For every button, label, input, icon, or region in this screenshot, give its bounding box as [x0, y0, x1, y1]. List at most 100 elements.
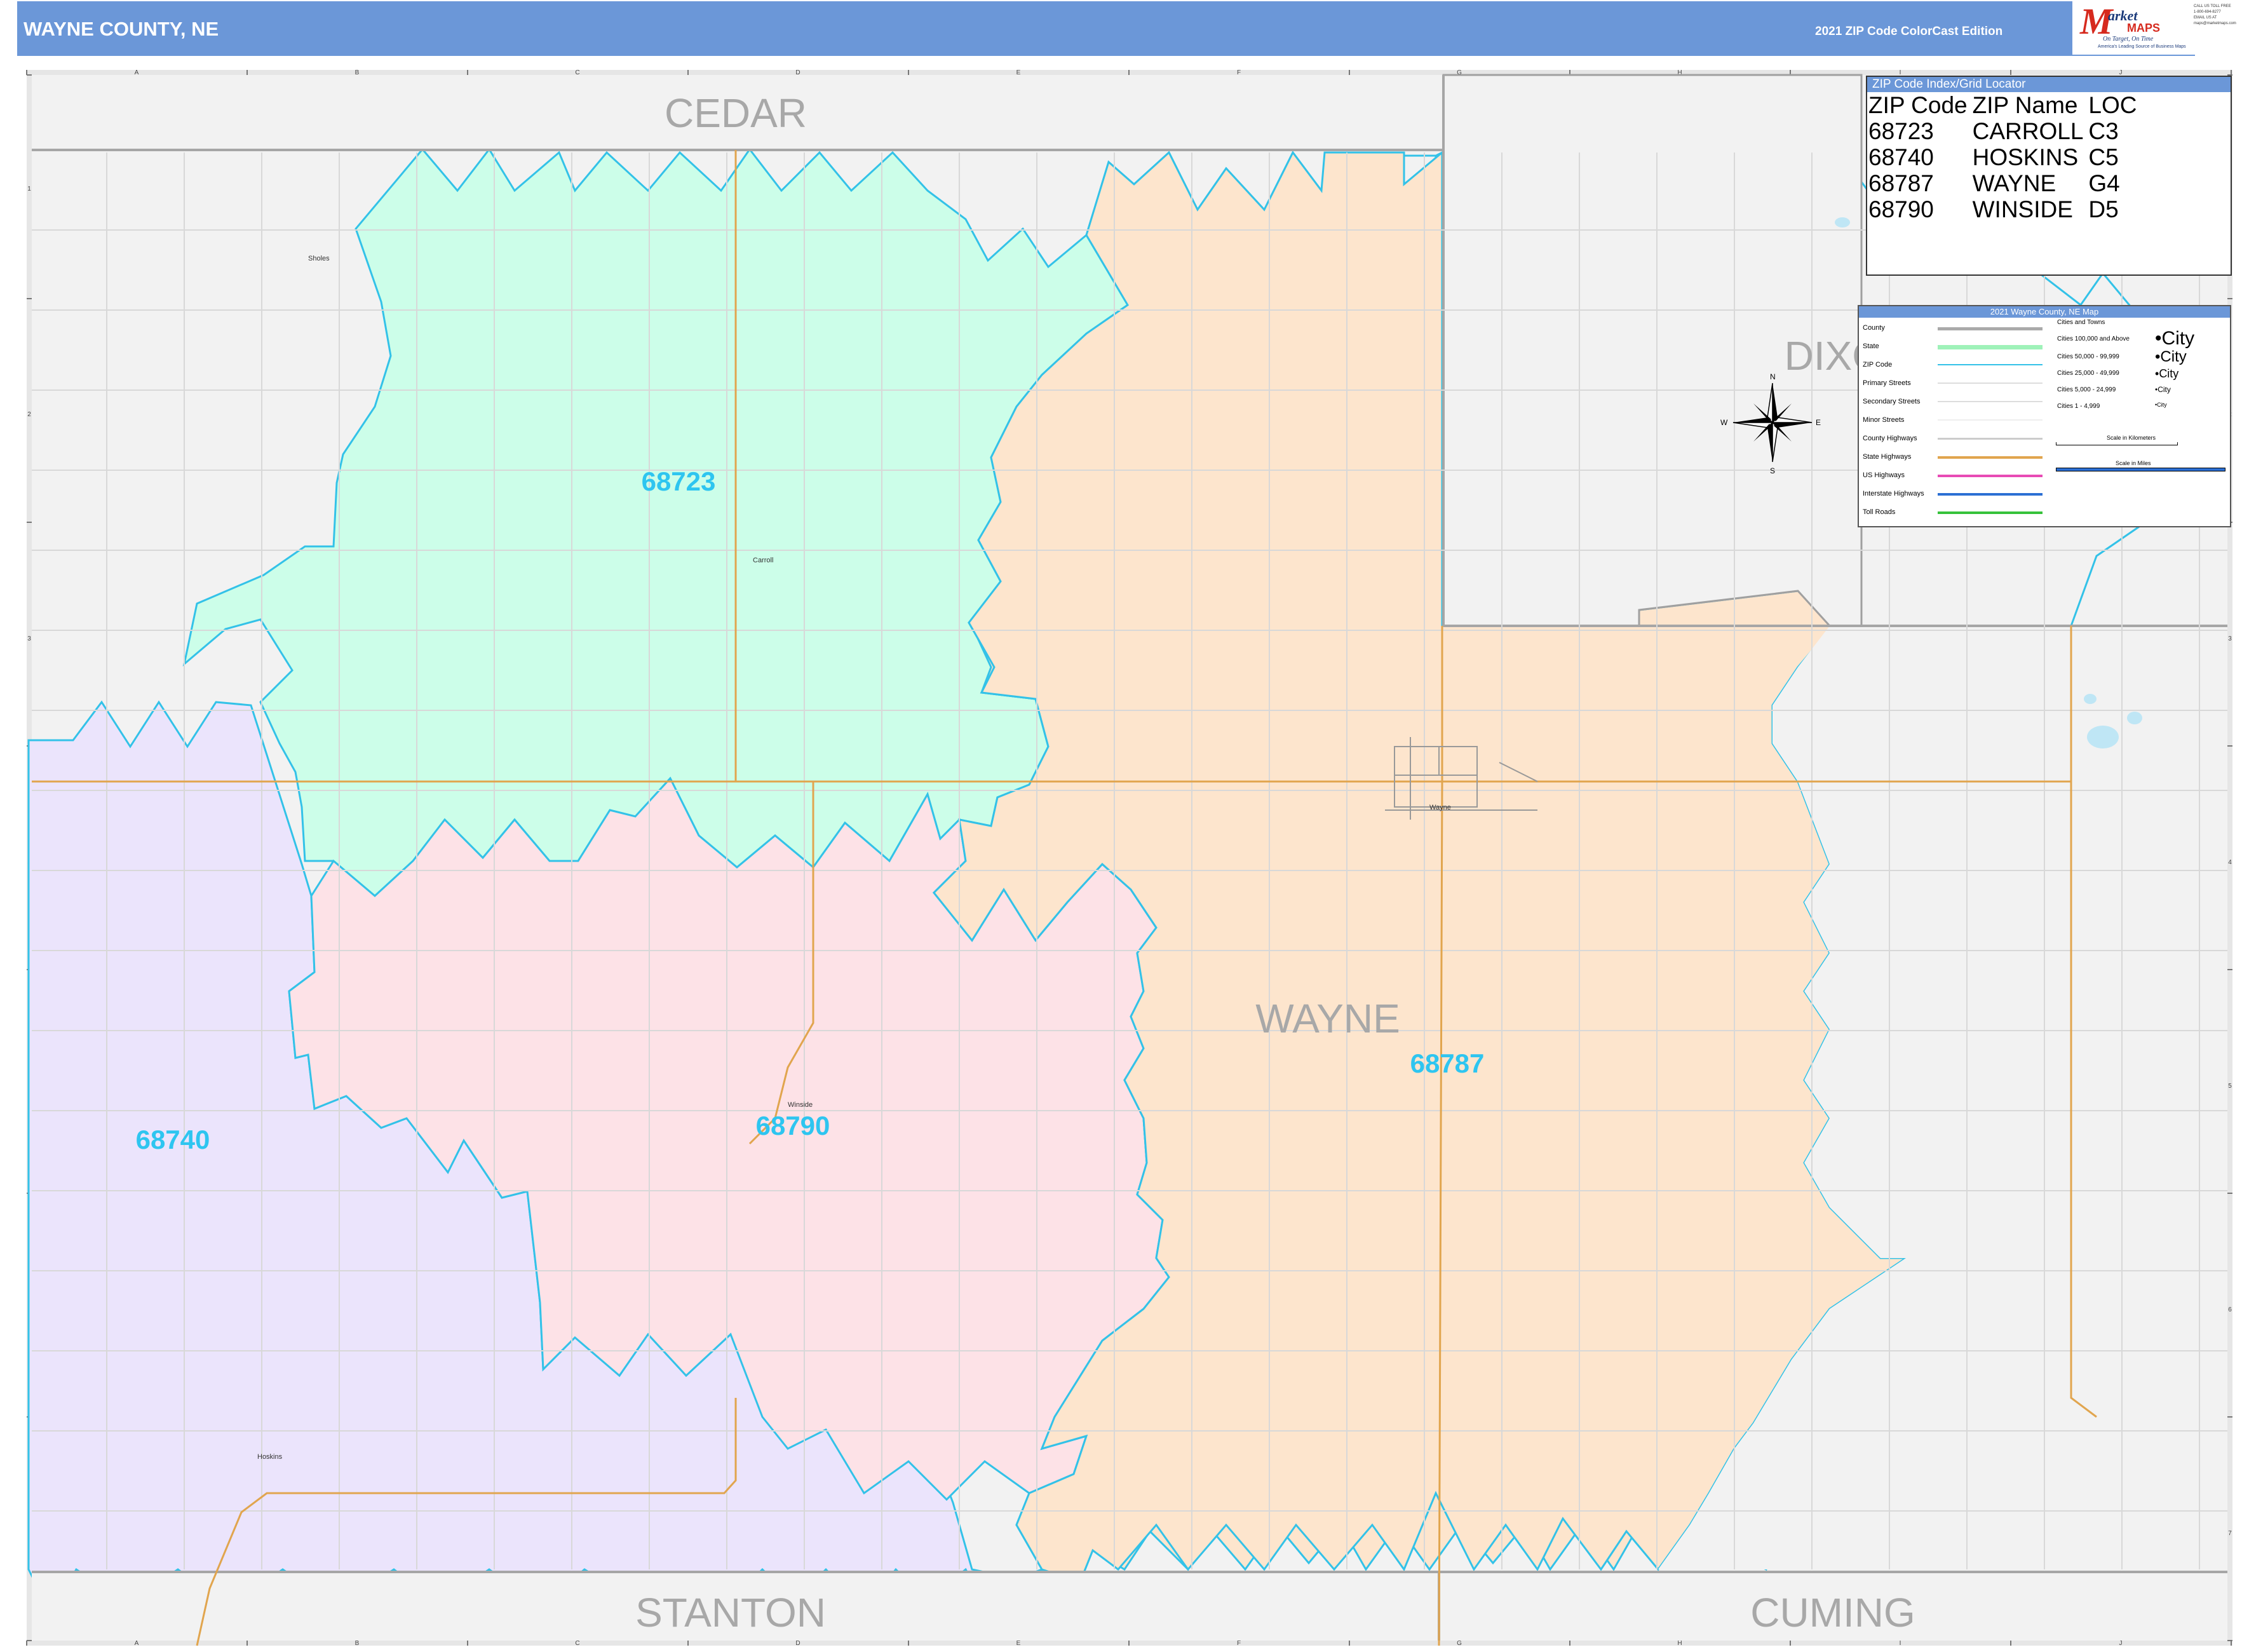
legend-city-sample: •City — [2155, 348, 2187, 365]
legend-swatch-county-hwy — [1938, 438, 2043, 440]
county-label-wayne: WAYNE — [1255, 996, 1400, 1041]
zip-index-cell: 68740 — [1868, 144, 1934, 170]
compass-e-label: E — [1816, 418, 1821, 427]
grid-row-label: 2 — [27, 411, 31, 418]
zip-index-row[interactable]: 68790 WINSIDE D5 — [1868, 196, 2142, 222]
legend-city-tier: Cities 5,000 - 24,999 — [2057, 386, 2116, 393]
compass-s-label: S — [1770, 466, 1775, 475]
zip-index-cell: 68787 — [1868, 170, 1934, 196]
legend-item: Minor Streets — [1863, 416, 1905, 424]
grid-row-label: 4 — [2228, 859, 2232, 866]
legend-city-tier: Cities 25,000 - 49,999 — [2057, 370, 2119, 377]
grid-row-label: 5 — [2228, 1083, 2232, 1090]
legend-item: County — [1863, 324, 1885, 332]
county-label-stanton: STANTON — [635, 1590, 826, 1635]
zip-label-68787[interactable]: 68787 — [1410, 1048, 1485, 1078]
legend-item: ZIP Code — [1863, 361, 1893, 369]
legend-swatch-primary — [1938, 383, 2043, 384]
zip-index-col-header: ZIP Code — [1868, 92, 1968, 118]
lake — [1835, 217, 1850, 227]
grid-col-label: E — [1016, 1640, 1021, 1647]
zip-index-cell: 68790 — [1868, 196, 1934, 222]
legend-city-sample: •City — [2155, 367, 2179, 380]
lake — [2127, 712, 2142, 724]
place-label-winside[interactable]: Winside — [788, 1101, 813, 1109]
grid-row-label: 3 — [2228, 635, 2232, 642]
legend-item: Primary Streets — [1863, 379, 1911, 387]
legend-city-text: City — [2160, 348, 2187, 365]
grid-row-label: 7 — [2228, 1530, 2232, 1537]
legend-swatch-state — [1938, 345, 2043, 349]
zip-label-68723[interactable]: 68723 — [642, 466, 716, 496]
grid-col-label: A — [135, 1640, 139, 1647]
grid-row-label: 1 — [27, 186, 31, 193]
legend-swatch-zip — [1938, 364, 2043, 365]
legend-scale-km-label: Scale in Kilometers — [2107, 435, 2156, 441]
legend-city-text: City — [2159, 367, 2179, 380]
grid-row-label: 3 — [27, 635, 31, 642]
compass-w-label: W — [1720, 418, 1728, 427]
legend-item: State Highways — [1863, 453, 1912, 461]
grid-row-label: 6 — [2228, 1306, 2232, 1313]
legend-scale-mi-label: Scale in Miles — [2116, 460, 2151, 466]
county-label-cedar: CEDAR — [665, 90, 807, 136]
legend-swatch-secondary — [1938, 401, 2043, 402]
grid-col-label: D — [795, 1640, 800, 1647]
legend-cities-heading: Cities and Towns — [2057, 319, 2105, 326]
legend-city-tier: Cities 50,000 - 99,999 — [2057, 353, 2119, 360]
legend-scale-mi-bar — [2056, 468, 2225, 471]
zip-index-cell: C3 — [2088, 118, 2119, 144]
legend-item: County Highways — [1863, 435, 1917, 442]
legend-city-sample: •City — [2155, 328, 2195, 349]
zip-index-row[interactable]: 68740 HOSKINS C5 — [1868, 144, 2142, 170]
zip-index-cell: 68723 — [1868, 118, 1934, 144]
zip-index-cell: WAYNE — [1972, 170, 2056, 196]
place-label-sholes[interactable]: Sholes — [308, 255, 330, 262]
county-label-cuming: CUMING — [1750, 1590, 1915, 1635]
legend-swatch-interstate — [1938, 493, 2043, 496]
legend-city-sample: •City — [2155, 385, 2171, 394]
place-label-carroll[interactable]: Carroll — [753, 557, 773, 564]
legend-item: Interstate Highways — [1863, 490, 1924, 498]
legend-city-sample: •City — [2155, 402, 2167, 408]
zip-label-68790[interactable]: 68790 — [756, 1111, 830, 1141]
legend-item: US Highways — [1863, 471, 1905, 479]
grid-col-label: H — [1677, 1640, 1682, 1647]
zip-index-cell: C5 — [2088, 144, 2119, 170]
legend-city-text: City — [2158, 385, 2171, 394]
legend-city-text: City — [2161, 328, 2195, 349]
lake — [2084, 694, 2097, 704]
zip-index-table: ZIP Code ZIP Name LOC 68723 CARROLL C3 6… — [1868, 92, 2142, 222]
place-label-wayne[interactable]: Wayne — [1429, 804, 1451, 811]
zip-index-row[interactable]: 68787 WAYNE G4 — [1868, 170, 2142, 196]
grid-col-label: F — [1237, 1640, 1241, 1647]
zip-index-row[interactable]: 68723 CARROLL C3 — [1868, 118, 2142, 144]
zip-index-cell: CARROLL — [1972, 118, 2084, 144]
zip-index-heading: ZIP Code Index/Grid Locator — [1867, 77, 2231, 92]
legend-swatch-toll — [1938, 511, 2043, 514]
zip-index-cell: WINSIDE — [1972, 196, 2073, 222]
zip-index-box: ZIP Code Index/Grid Locator ZIP Code ZIP… — [1866, 76, 2232, 276]
legend-item: State — [1863, 342, 1879, 350]
legend-city-tier: Cities 100,000 and Above — [2057, 335, 2130, 342]
legend-heading: 2021 Wayne County, NE Map — [1859, 306, 2230, 318]
grid-col-label: C — [575, 1640, 579, 1647]
map-legend: 2021 Wayne County, NE Map County State Z… — [1858, 305, 2231, 527]
zip-label-68740[interactable]: 68740 — [136, 1125, 210, 1154]
zip-index-col-header: LOC — [2088, 92, 2137, 118]
zip-index-col-header: ZIP Name — [1972, 92, 2078, 118]
zip-index-cell: D5 — [2088, 196, 2119, 222]
place-label-hoskins[interactable]: Hoskins — [257, 1453, 283, 1461]
lake — [2087, 726, 2119, 748]
zip-index-header-row: ZIP Code ZIP Name LOC — [1868, 92, 2142, 118]
legend-swatch-state-hwy — [1938, 456, 2043, 459]
grid-col-label: B — [355, 1640, 360, 1647]
grid-col-label: J — [2119, 1640, 2123, 1647]
grid-col-label: G — [1457, 1640, 1462, 1647]
legend-swatch-county — [1938, 327, 2043, 330]
legend-swatch-us-hwy — [1938, 475, 2043, 477]
grid-col-label: I — [1900, 1640, 1901, 1647]
legend-scale-km-bar — [2056, 442, 2178, 445]
legend-swatch-minor — [1938, 419, 2043, 421]
zip-index-cell: G4 — [2088, 170, 2120, 196]
